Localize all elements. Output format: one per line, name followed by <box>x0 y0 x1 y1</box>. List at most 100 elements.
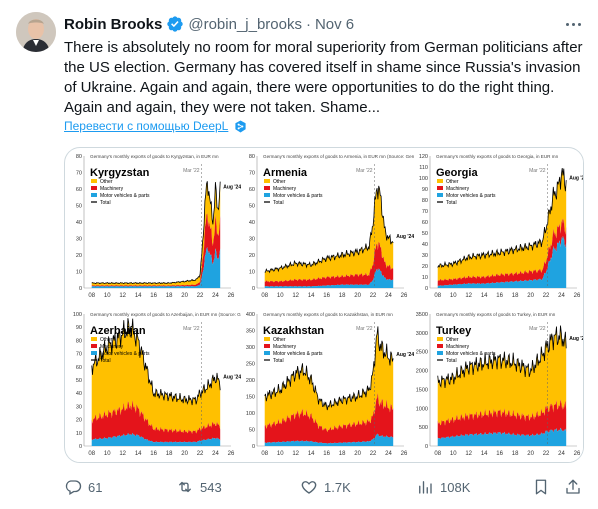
author-name[interactable]: Robin Brooks <box>64 16 162 33</box>
avatar[interactable] <box>16 12 56 52</box>
x-tick-label: 24 <box>385 451 392 457</box>
y-tick-label: 70 <box>76 352 82 358</box>
y-tick-label: 40 <box>76 220 82 226</box>
chart-kazakhstan: 0 50 100 150 200 250 300 350 400 08 10 12 14 16 18 20 22… <box>241 308 415 462</box>
x-tick-label: 14 <box>308 293 315 299</box>
x-tick-label: 26 <box>401 451 408 457</box>
x-tick-label: 26 <box>574 451 581 457</box>
chart-armenia: 0 10 20 30 40 50 60 70 80 08 10 12 14 16 18 20 22 24 26 Mar… <box>241 150 458 304</box>
author-handle[interactable]: @robin_j_brooks <box>188 16 302 33</box>
legend-label: Total <box>100 200 111 206</box>
x-tick-label: 18 <box>512 293 519 299</box>
legend-label: Other <box>446 179 459 185</box>
legend-swatch <box>437 344 443 348</box>
y-tick-label: 30 <box>249 237 255 243</box>
legend-label: Total <box>273 200 284 206</box>
legend-label: Total <box>100 358 111 364</box>
translate-label[interactable]: Перевести с помощью DeepL <box>64 119 228 133</box>
bookmark-button[interactable] <box>532 476 550 498</box>
y-tick-label: 0 <box>252 444 255 450</box>
y-tick-label: 50 <box>76 378 82 384</box>
legend-label: Total <box>446 358 457 364</box>
x-tick-label: 08 <box>261 293 268 299</box>
tweet-date[interactable]: Nov 6 <box>315 16 354 33</box>
legend-swatch <box>437 186 443 190</box>
x-tick-label: 18 <box>339 293 346 299</box>
repost-icon <box>179 481 191 493</box>
x-tick-label: 14 <box>481 293 488 299</box>
chart-turkey: 0 500 1000 1500 2000 2500 3000 3500 08 10 12 14 16 18… <box>414 308 583 462</box>
y-tick-label: 100 <box>419 176 428 182</box>
deepl-icon <box>234 119 247 133</box>
chart-svg: 010203040506070809010008 10 12 14 16 18 20 22 24… <box>73 312 290 457</box>
y-tick-label: 50 <box>422 231 428 237</box>
y-tick-label: 120 <box>419 154 428 160</box>
y-tick-label: 300 <box>246 345 255 351</box>
repost-count: 543 <box>200 479 222 495</box>
y-tick-label: 1500 <box>416 387 428 393</box>
legend-swatch <box>91 179 97 183</box>
x-tick-label: 20 <box>527 293 534 299</box>
legend-label: Other <box>273 179 286 185</box>
x-tick-label: 14 <box>481 451 488 457</box>
tweet[interactable]: Robin Brooks @robin_j_brooks · Nov 6 The… <box>0 0 598 509</box>
y-tick-label: 60 <box>422 220 428 226</box>
y-tick-label: 20 <box>76 418 82 424</box>
tweet-text: There is absolutely no room for moral su… <box>64 39 583 116</box>
more-options-icon[interactable] <box>562 14 584 34</box>
y-tick-label: 0 <box>425 286 428 292</box>
y-tick-label: 70 <box>422 209 428 215</box>
chart-image-grid[interactable]: 0 10 20 30 40 50 60 70 80 08 10 12 14 16 18 20 22 24 26 Mar… <box>64 147 584 463</box>
repost-button[interactable]: 543 <box>176 476 222 498</box>
like-count: 1.7K <box>324 479 351 495</box>
legend-swatch <box>264 179 270 183</box>
annotation-aug24: Aug '24 <box>223 184 241 190</box>
legend-swatch <box>264 351 270 355</box>
share-button[interactable] <box>564 476 582 498</box>
y-tick-label: 10 <box>249 270 255 276</box>
chart-svg: 0 10 20 30 40 50 60 70 80 08 10 12 14 16 18 20 22 24 26 Mar… <box>76 154 241 299</box>
legend-swatch <box>437 179 443 183</box>
annotation-mar22: Mar '22 <box>183 326 200 332</box>
x-tick-label: 22 <box>543 451 550 457</box>
x-tick-label: 12 <box>465 451 472 457</box>
chart-georgia: 0 10 20 30 40 50 60 70 80 90 100 110 120 08 10 12 14 16 18… <box>414 150 583 304</box>
y-tick-label: 3500 <box>416 312 428 318</box>
legend-swatch <box>437 193 443 197</box>
legend-swatch <box>91 344 97 348</box>
annotation-aug24: Aug '24 <box>223 375 241 381</box>
y-tick-label: 400 <box>246 312 255 318</box>
y-tick-label: 100 <box>246 411 255 417</box>
chart-title: Germany's monthly exports of goods to Ky… <box>90 154 219 159</box>
translate-link[interactable]: Перевести с помощью DeepL <box>64 119 247 133</box>
annotation-mar22: Mar '22 <box>356 168 373 174</box>
y-tick-label: 350 <box>246 329 255 335</box>
y-tick-label: 60 <box>76 187 82 193</box>
separator-dot: · <box>305 15 311 33</box>
y-tick-label: 500 <box>419 425 428 431</box>
like-button[interactable]: 1.7K <box>300 476 351 498</box>
x-tick-label: 12 <box>292 451 299 457</box>
legend-label: Machinery <box>273 186 297 192</box>
legend-label: Total <box>273 358 284 364</box>
y-tick-label: 110 <box>419 165 428 171</box>
x-tick-label: 12 <box>465 293 472 299</box>
y-tick-label: 70 <box>76 171 82 177</box>
legend-swatch <box>264 186 270 190</box>
x-tick-label: 24 <box>558 293 565 299</box>
verified-badge-icon[interactable] <box>166 15 184 33</box>
legend-label: Machinery <box>273 344 297 350</box>
x-tick-label: 08 <box>261 451 268 457</box>
chart-svg: 0 10 20 30 40 50 60 70 80 90 100 110 120 08 10 12 14 16 18… <box>419 154 583 299</box>
avatar-image <box>16 12 56 52</box>
legend-swatch <box>264 193 270 197</box>
y-tick-label: 40 <box>422 242 428 248</box>
views-button[interactable]: 108K <box>416 476 470 498</box>
x-tick-label: 22 <box>370 451 377 457</box>
y-tick-label: 30 <box>76 404 82 410</box>
chart-svg: 0 50 100 150 200 250 300 350 400 08 10 12 14 16 18 20 22… <box>246 312 415 457</box>
x-tick-label: 10 <box>277 293 284 299</box>
x-tick-label: 16 <box>323 451 330 457</box>
y-tick-label: 60 <box>76 365 82 371</box>
reply-button[interactable]: 61 <box>64 476 102 498</box>
